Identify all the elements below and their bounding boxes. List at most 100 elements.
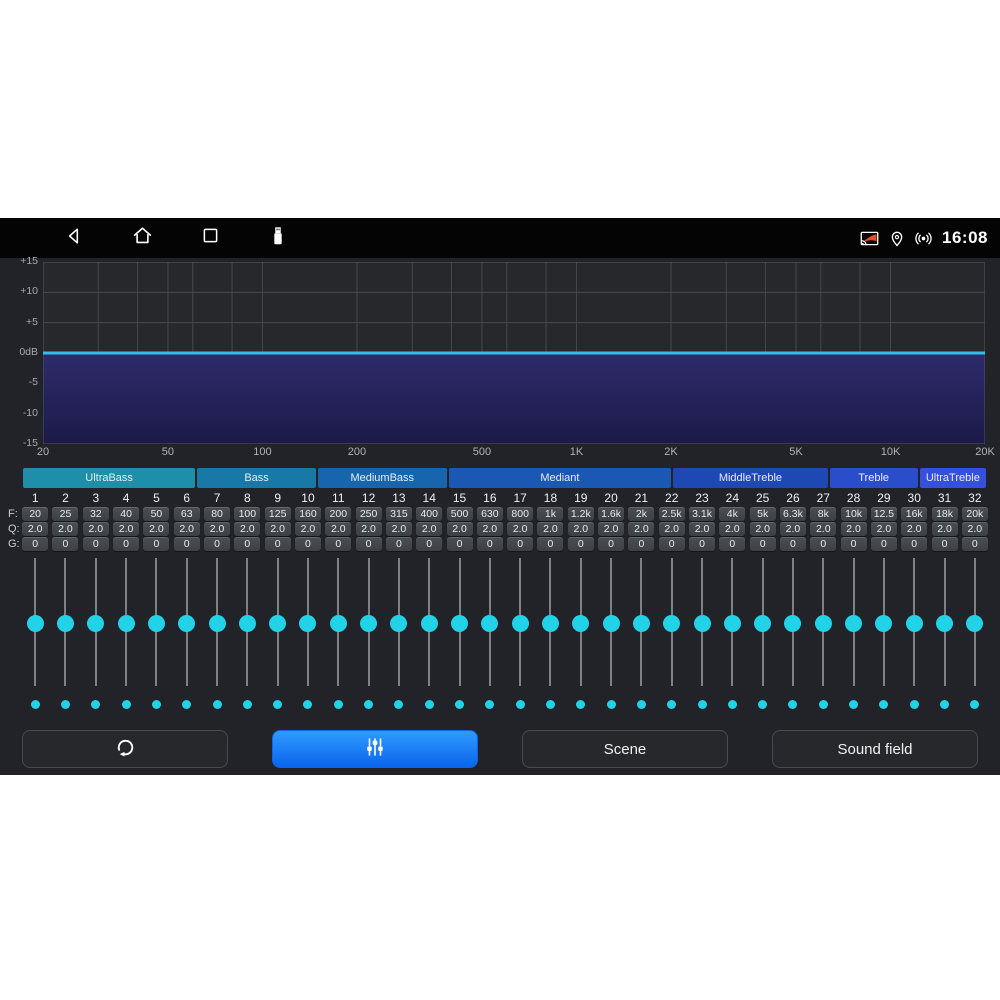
gain-slider[interactable] — [778, 553, 808, 693]
eq-channel-27: 278k2.00 — [808, 490, 838, 715]
x-tick-label: 50 — [162, 446, 174, 458]
back-button[interactable] — [62, 226, 86, 250]
q-factor-value: 2.0 — [416, 522, 442, 536]
slider-knob[interactable] — [118, 615, 135, 632]
slider-knob[interactable] — [542, 615, 559, 632]
slider-knob[interactable] — [27, 615, 44, 632]
gain-slider[interactable] — [20, 553, 50, 693]
slider-knob[interactable] — [966, 615, 983, 632]
channel-indicator-dot — [91, 700, 100, 709]
slider-knob[interactable] — [87, 615, 104, 632]
slider-knob[interactable] — [360, 615, 377, 632]
gain-slider[interactable] — [81, 553, 111, 693]
gain-slider[interactable] — [960, 553, 990, 693]
gain-slider[interactable] — [626, 553, 656, 693]
gain-slider[interactable] — [384, 553, 414, 693]
slider-knob[interactable] — [754, 615, 771, 632]
frequency-value: 160 — [295, 507, 321, 521]
slider-knob[interactable] — [421, 615, 438, 632]
gain-slider[interactable] — [353, 553, 383, 693]
q-factor-value: 2.0 — [689, 522, 715, 536]
band-segment-bass[interactable]: Bass — [197, 468, 316, 488]
y-tick-label: -5 — [0, 376, 38, 388]
gain-slider[interactable] — [263, 553, 293, 693]
x-tick-label: 10K — [881, 446, 901, 458]
slider-knob[interactable] — [724, 615, 741, 632]
slider-knob[interactable] — [239, 615, 256, 632]
band-segment-treble[interactable]: Treble — [830, 468, 918, 488]
band-segment-ultratreble[interactable]: UltraTreble — [920, 468, 986, 488]
channel-indicator-row — [293, 693, 323, 715]
gain-slider[interactable] — [141, 553, 171, 693]
slider-knob[interactable] — [451, 615, 468, 632]
slider-knob[interactable] — [572, 615, 589, 632]
reset-button[interactable] — [22, 730, 228, 768]
gain-slider[interactable] — [232, 553, 262, 693]
slider-knob[interactable] — [148, 615, 165, 632]
slider-knob[interactable] — [784, 615, 801, 632]
eq-channel-16: 166302.00 — [475, 490, 505, 715]
band-segment-mediant[interactable]: Mediant — [449, 468, 672, 488]
eq-channel-12: 122502.00 — [353, 490, 383, 715]
channel-indicator-dot — [303, 700, 312, 709]
usb-button[interactable] — [266, 226, 290, 250]
slider-knob[interactable] — [815, 615, 832, 632]
gain-slider[interactable] — [899, 553, 929, 693]
slider-knob[interactable] — [178, 615, 195, 632]
home-button[interactable] — [130, 226, 154, 250]
gain-slider[interactable] — [50, 553, 80, 693]
slider-knob[interactable] — [875, 615, 892, 632]
band-segment-ultrabass[interactable]: UltraBass — [23, 468, 195, 488]
gain-slider[interactable] — [414, 553, 444, 693]
gain-slider[interactable] — [687, 553, 717, 693]
channel-indicator-dot — [122, 700, 131, 709]
slider-knob[interactable] — [299, 615, 316, 632]
slider-knob[interactable] — [936, 615, 953, 632]
recents-button[interactable] — [198, 226, 222, 250]
equalizer-button[interactable] — [272, 730, 478, 768]
slider-knob[interactable] — [57, 615, 74, 632]
band-segment-mediumbass[interactable]: MediumBass — [318, 468, 447, 488]
channel-indicator-dot — [879, 700, 888, 709]
sound-field-button[interactable]: Sound field — [772, 730, 978, 768]
slider-knob[interactable] — [269, 615, 286, 632]
slider-knob[interactable] — [330, 615, 347, 632]
frequency-value: 1.6k — [598, 507, 624, 521]
gain-slider[interactable] — [838, 553, 868, 693]
slider-knob[interactable] — [481, 615, 498, 632]
gain-slider[interactable] — [293, 553, 323, 693]
slider-knob[interactable] — [209, 615, 226, 632]
slider-knob[interactable] — [663, 615, 680, 632]
gain-slider[interactable] — [475, 553, 505, 693]
slider-knob[interactable] — [512, 615, 529, 632]
slider-knob[interactable] — [603, 615, 620, 632]
gain-slider[interactable] — [929, 553, 959, 693]
gain-slider[interactable] — [202, 553, 232, 693]
gain-value: 0 — [537, 537, 563, 551]
gain-slider[interactable] — [444, 553, 474, 693]
y-tick-label: -10 — [0, 407, 38, 419]
slider-knob[interactable] — [906, 615, 923, 632]
slider-knob[interactable] — [845, 615, 862, 632]
scene-button[interactable]: Scene — [522, 730, 728, 768]
gain-slider[interactable] — [323, 553, 353, 693]
band-segment-middletreble[interactable]: MiddleTreble — [673, 468, 827, 488]
status-bar: 16:08 — [0, 218, 1000, 258]
slider-knob[interactable] — [390, 615, 407, 632]
gain-slider[interactable] — [869, 553, 899, 693]
gain-slider[interactable] — [535, 553, 565, 693]
slider-knob[interactable] — [633, 615, 650, 632]
gain-slider[interactable] — [748, 553, 778, 693]
eq-channel-22: 222.5k2.00 — [657, 490, 687, 715]
gain-slider[interactable] — [657, 553, 687, 693]
gain-slider[interactable] — [111, 553, 141, 693]
gain-slider[interactable] — [505, 553, 535, 693]
gain-slider[interactable] — [596, 553, 626, 693]
gain-slider[interactable] — [808, 553, 838, 693]
location-icon — [886, 228, 907, 249]
gain-slider[interactable] — [566, 553, 596, 693]
slider-knob[interactable] — [694, 615, 711, 632]
gain-slider[interactable] — [172, 553, 202, 693]
gain-slider[interactable] — [717, 553, 747, 693]
channel-indicator-dot — [31, 700, 40, 709]
